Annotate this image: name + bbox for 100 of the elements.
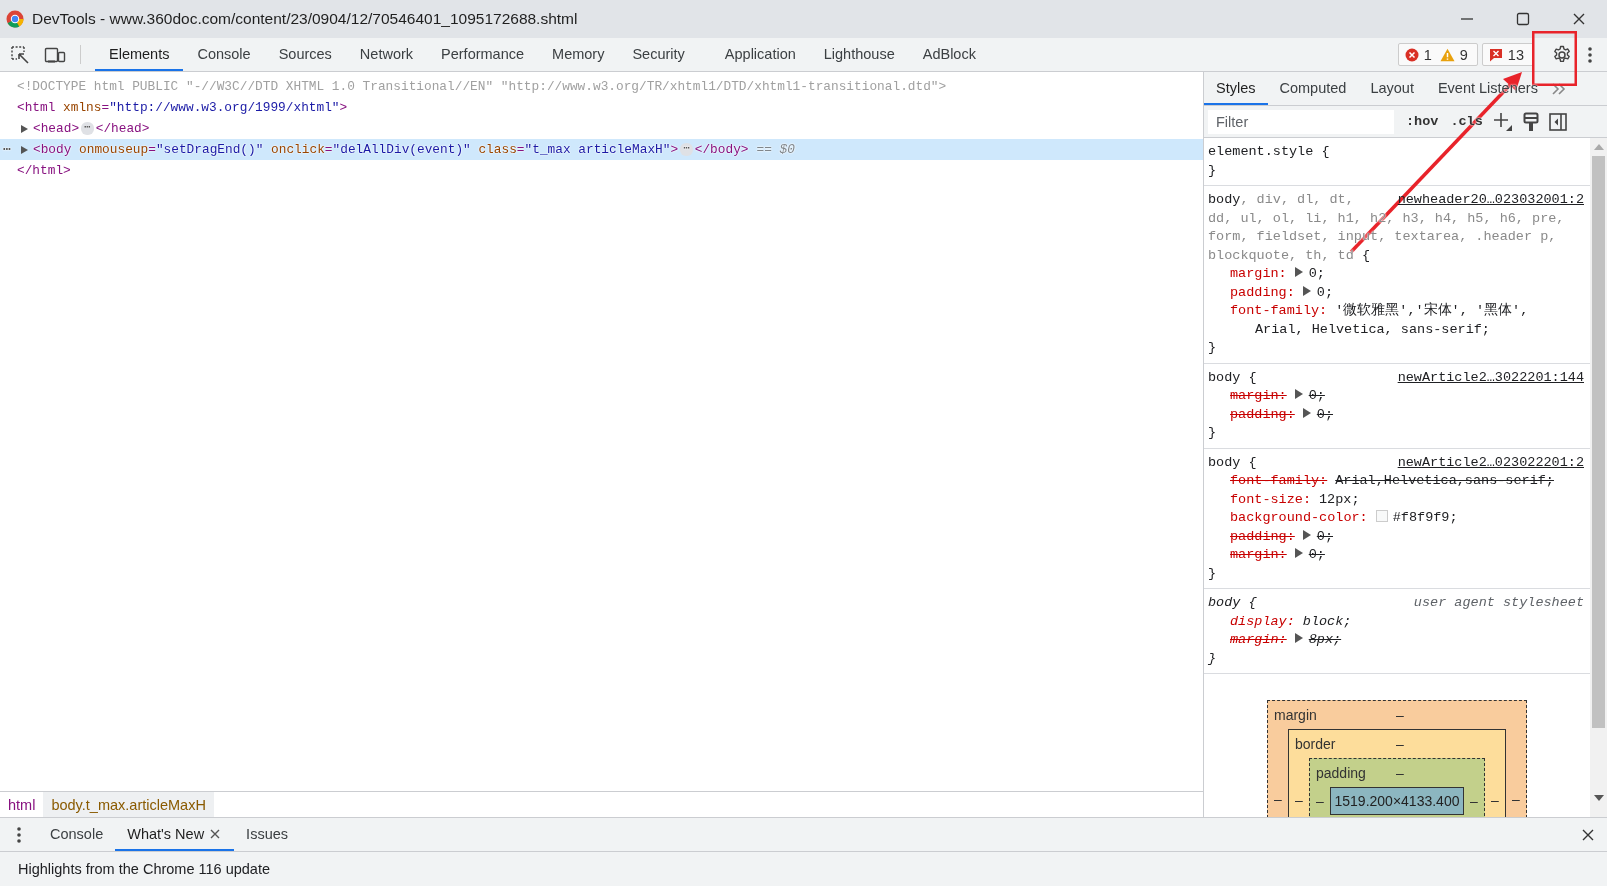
expand-triangle-icon[interactable] <box>1302 529 1311 540</box>
css-value[interactable]: Arial,Helvetica,sans-serif; <box>1335 473 1554 488</box>
drawer-tab[interactable]: Console <box>38 818 116 851</box>
box-model-layer[interactable]: padding – – 1519.200×4133.400 – <box>1309 758 1485 817</box>
sidebar-tab[interactable]: Layout <box>1358 72 1426 105</box>
filter-field[interactable]: Filter <box>1208 109 1394 134</box>
expand-triangle-icon[interactable] <box>1294 548 1303 558</box>
panel-tab[interactable]: Security <box>618 38 699 71</box>
panel-tab[interactable]: Memory <box>538 38 619 71</box>
css-property[interactable]: margin: <box>1230 632 1287 647</box>
new-rule-icon[interactable] <box>1492 111 1513 132</box>
sidebar-tab[interactable]: Computed <box>1267 72 1359 105</box>
css-value[interactable]: '微软雅黑','宋体', '黑体', <box>1335 303 1529 318</box>
breadcrumb[interactable]: body.t_max.articleMaxH <box>43 792 214 817</box>
css-value[interactable]: 0; <box>1308 388 1325 403</box>
warning-count: 9 <box>1459 46 1468 63</box>
dom-node-text[interactable]: </body> <box>694 142 749 157</box>
dom-node-text[interactable]: <html xmlns="http://www.w3.org/1999/xhtml"> <box>17 100 348 115</box>
selected-node-marker: == $0 <box>756 142 795 157</box>
css-value[interactable]: block; <box>1302 613 1352 629</box>
panel-tab[interactable]: Application <box>710 38 810 71</box>
box-model-value: – <box>1315 792 1325 811</box>
css-selector: body, div, dl, dt, <box>1208 191 1354 209</box>
expand-triangle-icon[interactable] <box>21 145 28 154</box>
panel-tab[interactable]: Elements <box>95 38 184 71</box>
box-model-value: – <box>1294 791 1304 810</box>
css-property[interactable]: display: <box>1230 613 1295 629</box>
panel-tab[interactable]: Console <box>183 38 265 71</box>
panel-tab[interactable]: Performance <box>427 38 539 71</box>
css-property[interactable]: padding: <box>1230 406 1295 422</box>
dom-node-text[interactable]: </html> <box>17 163 71 178</box>
css-selector: body { <box>1208 368 1257 387</box>
css-property[interactable]: margin: <box>1230 388 1287 403</box>
drawer-tab[interactable]: Issues <box>234 818 301 851</box>
expand-triangle-icon[interactable] <box>1302 407 1311 418</box>
more-options-icon[interactable] <box>1587 44 1593 65</box>
css-property[interactable]: font-size: <box>1230 491 1311 507</box>
more-options-icon[interactable] <box>16 825 22 844</box>
close-drawer-icon[interactable] <box>1581 827 1595 842</box>
expand-triangle-icon[interactable] <box>21 124 28 133</box>
more-tabs-icon[interactable] <box>1551 82 1566 95</box>
collapsed-children-badge[interactable]: ⋯ <box>81 122 94 135</box>
css-property[interactable]: font-family: <box>1230 303 1328 318</box>
panel-tab[interactable]: AdBlock <box>908 38 990 71</box>
expand-triangle-icon[interactable] <box>1294 633 1303 643</box>
expand-triangle-icon[interactable] <box>1294 267 1303 277</box>
dom-node-text[interactable]: <body onmouseup="setDragEnd()" onclick="delAllDiv(event)" class="t_max articleMaxH"> <box>33 142 679 157</box>
box-model-label: padding <box>1316 765 1367 781</box>
css-property[interactable]: padding: <box>1230 528 1295 544</box>
css-value[interactable]: #f8f9f9; <box>1392 510 1458 525</box>
console-counts-button[interactable]: 1 9 <box>1397 43 1478 66</box>
css-value[interactable]: 0; <box>1316 406 1333 422</box>
issues-button[interactable]: 13 <box>1481 43 1534 66</box>
css-value[interactable]: Arial, Helvetica, sans-serif; <box>1255 321 1490 337</box>
panel-tab[interactable]: Sources <box>264 38 346 71</box>
error-count: 1 <box>1423 46 1432 63</box>
paint-brush-icon[interactable] <box>1522 111 1539 132</box>
collapsed-children-badge[interactable]: ⋯ <box>680 143 693 156</box>
dom-tree-row[interactable]: <head> ⋯ </head> <box>0 118 1203 139</box>
dom-tree-row[interactable]: ⋯ <body onmouseup="setDragEnd()" onclick="delAllDiv(event)" class="t_max articleMaxH"> ⋯ </body> == $0 <box>0 139 1203 160</box>
breadcrumb[interactable]: html <box>0 792 44 817</box>
css-property[interactable]: padding: <box>1230 284 1295 300</box>
expand-triangle-icon[interactable] <box>1294 389 1303 399</box>
hover-state-button[interactable]: :hov <box>1406 114 1439 129</box>
inspect-element-icon[interactable] <box>10 44 30 65</box>
css-value[interactable]: 0; <box>1308 547 1325 562</box>
css-value[interactable]: 0; <box>1316 528 1333 544</box>
issue-icon <box>1488 47 1503 62</box>
browser-logo-icon <box>6 10 24 28</box>
dom-tree-row[interactable]: <html xmlns="http://www.w3.org/1999/xhtml"> <box>0 97 1203 118</box>
closing-brace: } <box>1208 339 1218 357</box>
dom-node-text[interactable]: <head> <box>33 121 80 136</box>
box-model-layer[interactable]: margin – – border – – padding – – 1519.200×4133.400 – – – <box>1267 700 1527 817</box>
sidebar-toggle-icon[interactable] <box>1548 112 1567 131</box>
css-property[interactable]: font-family: <box>1230 473 1328 488</box>
color-swatch[interactable] <box>1375 510 1388 522</box>
css-value[interactable]: 0; <box>1308 266 1325 281</box>
dom-node-text[interactable]: </head> <box>95 121 150 136</box>
css-property[interactable]: margin: <box>1230 266 1287 281</box>
css-property[interactable]: background-color: <box>1230 510 1368 525</box>
settings-icon[interactable] <box>1552 44 1572 65</box>
css-value[interactable]: 12px; <box>1319 491 1360 507</box>
row-menu-button[interactable]: ⋯ <box>3 139 11 160</box>
source-link[interactable]: newArticle2…023022201:2 <box>1397 453 1584 472</box>
closing-brace: } <box>1208 564 1218 583</box>
box-model-label: border <box>1295 736 1337 752</box>
box-model-layer[interactable]: border – – padding – – 1519.200×4133.400 – – <box>1288 729 1506 817</box>
issue-count: 13 <box>1507 46 1524 63</box>
content-box[interactable]: 1519.200×4133.400 <box>1330 787 1464 815</box>
expand-triangle-icon[interactable] <box>1302 285 1311 296</box>
source-link[interactable]: newArticle2…3022201:144 <box>1397 368 1584 387</box>
panel-tab[interactable]: Lighthouse <box>809 38 909 71</box>
css-selector: body { <box>1208 594 1257 612</box>
css-value[interactable]: 8px; <box>1308 632 1342 647</box>
css-selector: element.style { <box>1208 143 1330 161</box>
scrollbar-thumb[interactable] <box>1592 156 1605 728</box>
css-property[interactable]: margin: <box>1230 547 1287 562</box>
panel-tab[interactable]: Network <box>345 38 428 71</box>
css-value[interactable]: 0; <box>1316 284 1333 300</box>
scroll-down-icon[interactable] <box>1593 795 1604 801</box>
